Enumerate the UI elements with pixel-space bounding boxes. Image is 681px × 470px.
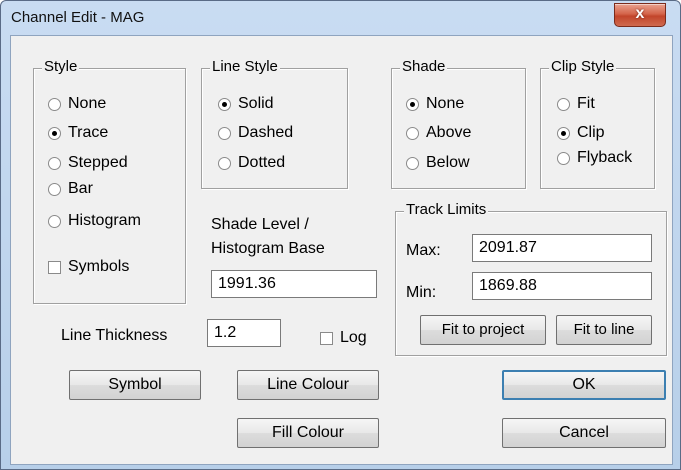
radio-indicator (218, 157, 231, 170)
title-bar[interactable]: Channel Edit - MAG x (1, 1, 680, 35)
radio-indicator (48, 157, 61, 170)
line-style-group: Line Style Solid Dashed Dotted (201, 58, 348, 189)
radio-indicator (218, 127, 231, 140)
max-input[interactable]: 2091.87 (472, 234, 652, 262)
dialog-window: Channel Edit - MAG x Style None Trace St… (0, 0, 681, 470)
fit-to-line-button[interactable]: Fit to line (556, 315, 652, 345)
checkbox-box (48, 261, 61, 274)
checkbox-box (320, 332, 333, 345)
style-histogram-label: Histogram (68, 212, 141, 229)
log-label: Log (340, 329, 367, 346)
line-style-group-legend: Line Style (210, 58, 280, 75)
line-colour-button[interactable]: Line Colour (237, 370, 379, 400)
shade-group-legend: Shade (400, 58, 448, 75)
clip-clip-label: Clip (577, 124, 605, 141)
line-solid-label: Solid (238, 95, 274, 112)
shade-group: Shade None Above Below (391, 58, 526, 189)
clip-style-group: Clip Style Fit Clip Flyback (540, 58, 655, 189)
shade-level-label-line1: Shade Level / (211, 216, 309, 233)
radio-indicator (406, 127, 419, 140)
style-trace-label: Trace (68, 124, 109, 141)
cancel-button[interactable]: Cancel (502, 418, 666, 448)
shade-level-label-line2: Histogram Base (211, 240, 325, 257)
radio-indicator (557, 98, 570, 111)
max-label: Max: (406, 242, 441, 259)
shade-none-label: None (426, 95, 465, 112)
style-stepped-label: Stepped (68, 154, 128, 171)
ok-button[interactable]: OK (502, 370, 666, 400)
line-thickness-label: Line Thickness (61, 327, 168, 344)
shade-below-label: Below (426, 154, 470, 171)
radio-indicator-selected (48, 127, 61, 140)
clip-style-group-legend: Clip Style (549, 58, 617, 75)
dialog-client-area: Style None Trace Stepped Bar Histogram S… (10, 35, 673, 465)
radio-indicator-selected (557, 127, 570, 140)
radio-indicator (48, 98, 61, 111)
close-icon: x (635, 5, 645, 22)
line-dashed-label: Dashed (238, 124, 294, 141)
track-limits-group: Track Limits Max: 2091.87 Min: 1869.88 F… (395, 201, 667, 356)
close-button[interactable]: x (614, 3, 666, 27)
shade-level-input[interactable]: 1991.36 (211, 270, 377, 298)
window-title: Channel Edit - MAG (11, 9, 145, 26)
style-none-label: None (68, 95, 107, 112)
line-thickness-input[interactable]: 1.2 (207, 319, 281, 347)
line-dotted-label: Dotted (238, 154, 286, 171)
radio-indicator (48, 215, 61, 228)
radio-indicator-selected (406, 98, 419, 111)
style-bar-label: Bar (68, 180, 93, 197)
symbols-label: Symbols (68, 258, 130, 275)
radio-indicator (557, 152, 570, 165)
track-limits-group-legend: Track Limits (404, 201, 489, 218)
min-input[interactable]: 1869.88 (472, 272, 652, 300)
symbol-button[interactable]: Symbol (69, 370, 201, 400)
fit-to-project-button[interactable]: Fit to project (420, 315, 546, 345)
clip-flyback-label: Flyback (577, 149, 633, 166)
clip-fit-label: Fit (577, 95, 595, 112)
shade-above-label: Above (426, 124, 472, 141)
fill-colour-button[interactable]: Fill Colour (237, 418, 379, 448)
radio-indicator (48, 183, 61, 196)
radio-indicator-selected (218, 98, 231, 111)
style-group: Style None Trace Stepped Bar Histogram S… (33, 58, 186, 304)
radio-indicator (406, 157, 419, 170)
min-label: Min: (406, 284, 437, 301)
style-group-legend: Style (42, 58, 80, 75)
